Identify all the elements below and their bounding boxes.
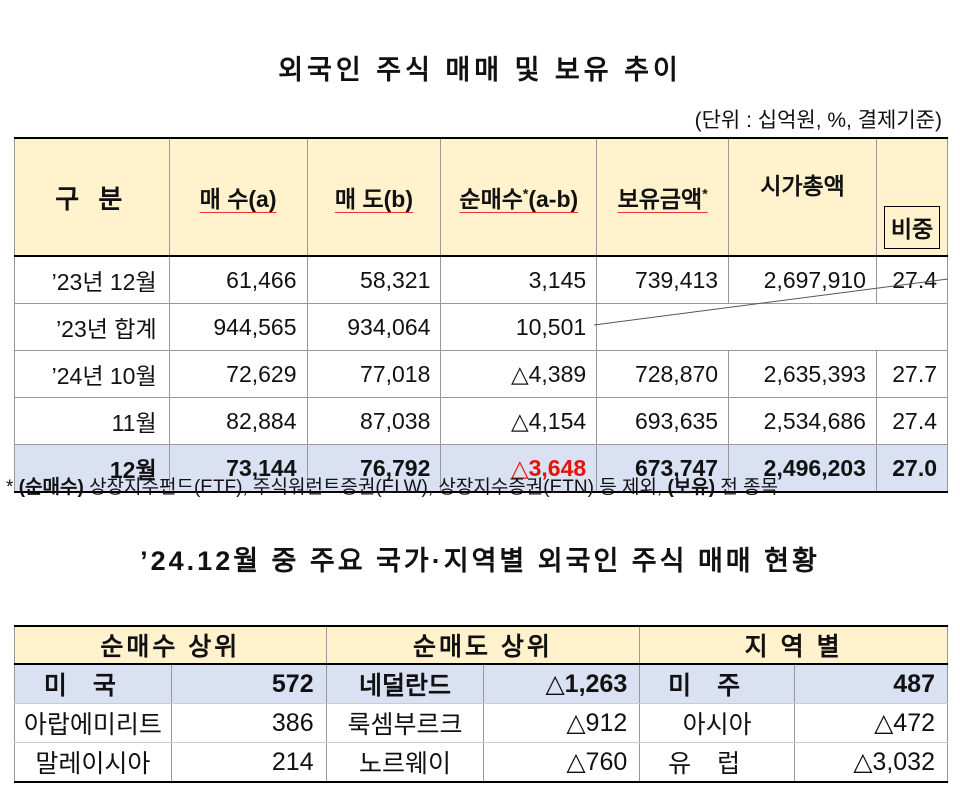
buy-country-name: 미국 — [43, 672, 142, 700]
buy-value: 572 — [170, 664, 327, 704]
cell-net: 10,501 — [440, 303, 598, 351]
header-ratio: 비중 — [883, 206, 941, 249]
footnote-bold-holding: (보유) — [667, 477, 716, 498]
sell-value: △1,263 — [483, 664, 641, 704]
cell-sell: 87,038 — [306, 397, 442, 445]
cell-sell: 934,064 — [306, 303, 442, 351]
cell-sell: 58,321 — [306, 255, 442, 304]
header-category: 구 분 — [14, 137, 170, 257]
header-net-label: 순매수*(a-b) — [459, 185, 579, 212]
table1-header-row: 구 분 매 수(a) 매 도(b) 순매수*(a-b) 보유금액* 시가총액 비… — [14, 137, 949, 257]
cell-buy: 61,466 — [168, 255, 308, 304]
header-sell-label: 매 도(b) — [334, 186, 413, 212]
region-name: 아시아 — [639, 703, 796, 743]
header-net: 순매수*(a-b) — [440, 137, 598, 257]
header-region: 지 역 별 — [639, 625, 948, 665]
table-row: ’23년 12월 61,466 58,321 3,145 739,413 2,6… — [14, 255, 949, 304]
footnote-text-2: 전 종목 — [715, 477, 779, 498]
row-label: ’24년 10월 — [14, 350, 170, 398]
cell-buy: 72,629 — [168, 350, 308, 398]
cell-net: △4,389 — [440, 350, 598, 398]
header-holding: 보유금액* — [596, 137, 730, 257]
footnote-bold-net: (순매수) — [18, 477, 84, 498]
header-net-suffix: (a-b) — [528, 186, 579, 212]
footnote: * (순매수) 상장지수펀드(ETF), 주식워런트증권(ELW), 상장지수증… — [6, 472, 778, 499]
row-label: ’23년 합계 — [14, 303, 170, 351]
header-ratio-cell: 비중 — [875, 137, 949, 257]
cell-holding: 693,635 — [596, 397, 730, 445]
header-market-cap: 시가총액 — [728, 137, 877, 257]
region-name-text: 유럽 — [668, 750, 767, 778]
sell-country: 룩셈부르크 — [325, 703, 485, 743]
header-sell: 매 도(b) — [306, 137, 442, 257]
cell-ratio: 27.0 — [875, 444, 949, 493]
table-row: 아랍에미리트 386 룩셈부르크 △912 아시아 △472 — [14, 703, 948, 743]
table-row: 말레이시아 214 노르웨이 △760 유럽 △3,032 — [14, 742, 948, 783]
cell-sell: 77,018 — [306, 350, 442, 398]
table-row: 11월 82,884 87,038 △4,154 693,635 2,534,6… — [14, 397, 949, 445]
buy-country: 미국 — [14, 664, 172, 704]
header-buy-label: 매 수(a) — [199, 186, 277, 212]
header-holding-mark: * — [702, 185, 708, 202]
buy-value: 214 — [170, 742, 327, 783]
unit-note: (단위 : 십억원, %, 결제기준) — [694, 109, 942, 132]
sell-value: △912 — [483, 703, 641, 743]
region-name-text: 미주 — [668, 672, 767, 700]
header-holding-text: 보유금액 — [617, 186, 703, 212]
row-label: ’23년 12월 — [14, 255, 170, 304]
header-buy: 매 수(a) — [168, 137, 308, 257]
cell-holding: 728,870 — [596, 350, 730, 398]
title-by-country: ’24.12월 중 주요 국가·지역별 외국인 주식 매매 현황 — [140, 546, 820, 576]
cell-ratio: 27.4 — [875, 397, 949, 445]
cell-buy: 944,565 — [168, 303, 308, 351]
row-label: 11월 — [14, 397, 170, 445]
header-holding-label: 보유금액* — [617, 185, 708, 212]
sell-value: △760 — [483, 742, 641, 783]
header-net-text: 순매수 — [459, 186, 523, 212]
cell-ratio: 27.7 — [875, 350, 949, 398]
cell-net: 3,145 — [440, 255, 598, 304]
sell-country: 네덜란드 — [325, 664, 485, 704]
footnote-star: * — [6, 477, 14, 498]
cell-market-cap: 2,534,686 — [728, 397, 877, 445]
cell-holding: 739,413 — [596, 255, 730, 304]
footnote-text-1: 상장지수펀드(ETF), 주식워런트증권(ELW), 상장지수증권(ETN) 등… — [83, 477, 668, 498]
header-net-buy-top: 순매수 상위 — [14, 625, 327, 665]
table-row: ’24년 10월 72,629 77,018 △4,389 728,870 2,… — [14, 350, 949, 398]
buy-country: 말레이시아 — [14, 742, 172, 783]
cell-ratio: 27.4 — [875, 255, 949, 304]
cell-market-cap: 2,635,393 — [728, 350, 877, 398]
table-row-highlight: 미국 572 네덜란드 △1,263 미주 487 — [14, 664, 948, 704]
cell-net: △4,154 — [440, 397, 598, 445]
region-value: △472 — [794, 703, 948, 743]
buy-value: 386 — [170, 703, 327, 743]
sell-country: 노르웨이 — [325, 742, 485, 783]
title-trend: 외국인 주식 매매 및 보유 추이 — [278, 55, 682, 85]
foreign-trading-table: 구 분 매 수(a) 매 도(b) 순매수*(a-b) 보유금액* 시가총액 비… — [14, 137, 949, 493]
region-value: 487 — [794, 664, 948, 704]
region-value: △3,032 — [794, 742, 948, 783]
blank-merged-cell — [596, 303, 948, 351]
buy-country: 아랍에미리트 — [14, 703, 172, 743]
region-name: 유럽 — [639, 742, 796, 783]
header-net-sell-top: 순매도 상위 — [325, 625, 641, 665]
country-trading-table: 순매수 상위 순매도 상위 지 역 별 미국 572 네덜란드 △1,263 미… — [14, 625, 948, 783]
cell-buy: 82,884 — [168, 397, 308, 445]
table-row: ’23년 합계 944,565 934,064 10,501 — [14, 303, 948, 351]
region-name: 미주 — [639, 664, 796, 704]
cell-market-cap: 2,697,910 — [728, 255, 877, 304]
table2-header-row: 순매수 상위 순매도 상위 지 역 별 — [14, 625, 948, 665]
